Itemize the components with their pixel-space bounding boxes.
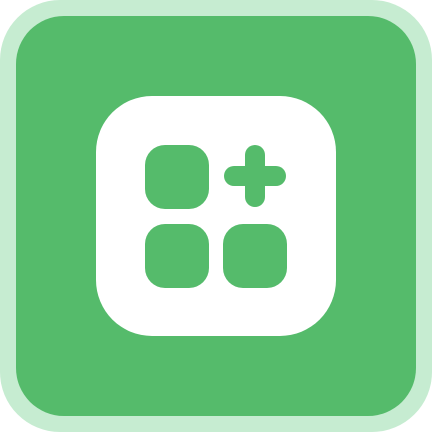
grid-square-bottom-right [223, 224, 287, 288]
grid-square-bottom-left [145, 224, 209, 288]
plus-vertical-bar [245, 145, 265, 207]
app-icon [0, 0, 432, 432]
grid-square-top-left [145, 145, 209, 209]
add-apps-icon [0, 0, 432, 432]
icon-tile [96, 96, 336, 336]
